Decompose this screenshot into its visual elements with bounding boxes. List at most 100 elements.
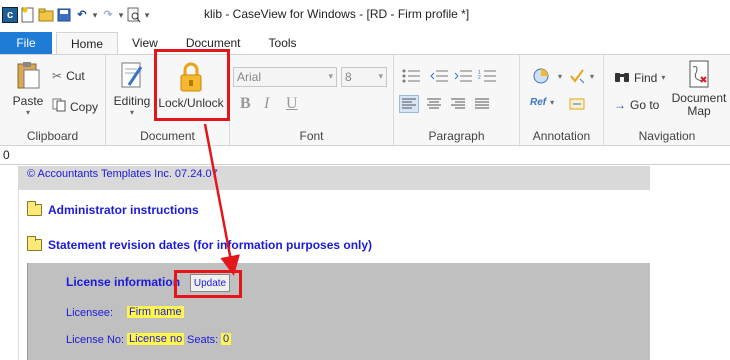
section-statement-revision-dates[interactable]: Statement revision dates (for informatio… bbox=[27, 236, 373, 252]
find-button[interactable]: Find ▾ bbox=[614, 69, 665, 86]
document-area: © Accountants Templates Inc. 07.24.07 Ad… bbox=[0, 166, 730, 360]
scissors-icon: ✂ bbox=[52, 69, 63, 83]
font-name-dropdown-icon: ▾ bbox=[328, 71, 333, 81]
quick-access-toolbar: c ↶ ▾ ↷ ▾ ▾ bbox=[0, 7, 150, 23]
undo-icon[interactable]: ↶ bbox=[74, 7, 90, 23]
font-size-dropdown-icon: ▾ bbox=[378, 71, 383, 81]
ref-dropdown-icon: ▾ bbox=[550, 98, 555, 107]
section-label: Administrator instructions bbox=[48, 203, 199, 217]
binoculars-icon bbox=[614, 69, 630, 86]
increase-indent-icon[interactable] bbox=[454, 69, 474, 83]
svg-text:2: 2 bbox=[478, 75, 481, 81]
find-label: Find bbox=[634, 70, 658, 85]
save-icon[interactable] bbox=[56, 7, 72, 23]
annotate-icon[interactable]: ▾ bbox=[532, 67, 562, 85]
ref-label: Ref bbox=[530, 97, 547, 108]
document-map-button[interactable]: Document Map bbox=[670, 59, 728, 118]
font-size-select[interactable]: 8 ▾ bbox=[341, 67, 387, 87]
numbering-icon[interactable]: 12 bbox=[478, 69, 498, 83]
paragraph-group: 12 Paragraph bbox=[394, 55, 520, 147]
align-center-icon[interactable] bbox=[426, 97, 442, 111]
section-label: Statement revision dates (for informatio… bbox=[48, 238, 373, 252]
editing-icon bbox=[119, 62, 145, 94]
tickmark-dropdown-icon: ▾ bbox=[590, 71, 595, 81]
decrease-indent-icon[interactable] bbox=[430, 69, 450, 83]
lock-unlock-highlight-box bbox=[154, 49, 230, 121]
font-group-label: Font bbox=[299, 129, 324, 143]
license-no-label: License No: bbox=[66, 334, 125, 346]
new-file-icon[interactable] bbox=[20, 7, 36, 23]
app-logo-icon[interactable]: c bbox=[2, 7, 18, 23]
bold-label: B bbox=[240, 95, 251, 112]
editing-dropdown-icon[interactable]: ▾ bbox=[112, 108, 152, 117]
align-right-icon[interactable] bbox=[450, 97, 466, 111]
font-name-value: Arial bbox=[237, 70, 262, 84]
paste-button[interactable]: Paste ▾ bbox=[8, 61, 48, 117]
navigation-group-label: Navigation bbox=[638, 129, 696, 143]
justify-icon[interactable] bbox=[474, 97, 490, 111]
folder-icon bbox=[27, 201, 42, 216]
document-map-label: Document Map bbox=[671, 91, 727, 118]
tab-file[interactable]: File bbox=[0, 32, 52, 54]
ribbon-tabs: File Home View Document Tools bbox=[0, 32, 730, 54]
license-panel: License information Update Licensee: Fir… bbox=[27, 263, 650, 360]
folder-icon bbox=[27, 236, 42, 251]
ref-button[interactable]: Ref ▾ bbox=[530, 97, 554, 108]
align-left-icon[interactable] bbox=[399, 95, 419, 113]
font-name-select[interactable]: Arial ▾ bbox=[233, 67, 337, 87]
cell-address-field[interactable]: 0 bbox=[0, 147, 730, 165]
font-group: Arial ▾ 8 ▾ B I U Font bbox=[230, 55, 394, 147]
ribbon: Paste ▾ ✂ Cut Copy Clipboard Editing ▾ L… bbox=[0, 54, 730, 147]
numbering-annotation-icon[interactable] bbox=[568, 95, 586, 113]
editing-label: Editing bbox=[113, 94, 151, 108]
paste-icon bbox=[15, 61, 41, 94]
window-title: klib - CaseView for Windows - [RD - Firm… bbox=[204, 7, 470, 21]
copy-icon bbox=[52, 98, 66, 115]
undo-dropdown-icon[interactable]: ▾ bbox=[92, 10, 98, 21]
tab-home[interactable]: Home bbox=[56, 32, 119, 54]
clipboard-group-label: Clipboard bbox=[26, 129, 79, 143]
navigation-group: Find ▾ → Go to Document Map Navigation bbox=[604, 55, 730, 147]
clipboard-group: Paste ▾ ✂ Cut Copy Clipboard bbox=[0, 55, 106, 147]
paste-dropdown-icon[interactable]: ▾ bbox=[8, 108, 48, 117]
paragraph-group-label: Paragraph bbox=[428, 129, 485, 143]
seats-field[interactable]: 0 bbox=[221, 333, 232, 345]
copyright-text: © Accountants Templates Inc. 07.24.07 bbox=[27, 168, 218, 180]
italic-label: I bbox=[264, 95, 270, 112]
bold-button[interactable]: B bbox=[240, 95, 251, 113]
tab-tools[interactable]: Tools bbox=[255, 32, 311, 54]
goto-label: Go to bbox=[630, 98, 660, 112]
license-title: License information bbox=[66, 275, 181, 289]
cut-label: Cut bbox=[66, 69, 85, 83]
font-size-value: 8 bbox=[345, 70, 352, 84]
copy-button[interactable]: Copy bbox=[52, 98, 98, 115]
seats-label: Seats: bbox=[187, 334, 219, 346]
print-preview-icon[interactable] bbox=[126, 7, 142, 23]
title-bar: c ↶ ▾ ↷ ▾ ▾ klib - CaseView for Windows … bbox=[0, 0, 730, 30]
editing-button[interactable]: Editing ▾ bbox=[112, 61, 152, 117]
document-margin-line bbox=[18, 166, 19, 360]
goto-button[interactable]: → Go to bbox=[614, 98, 659, 112]
open-folder-icon[interactable] bbox=[38, 7, 54, 23]
section-administrator-instructions[interactable]: Administrator instructions bbox=[27, 201, 199, 217]
italic-button[interactable]: I bbox=[264, 95, 269, 113]
licensee-field[interactable]: Firm name bbox=[127, 306, 184, 318]
customize-toolbar-icon[interactable]: ▾ bbox=[144, 10, 150, 21]
redo-icon[interactable]: ↷ bbox=[100, 7, 116, 23]
document-group-label: Document bbox=[140, 129, 195, 143]
cut-button[interactable]: ✂ Cut bbox=[52, 69, 85, 83]
underline-button[interactable]: U bbox=[286, 95, 298, 113]
annotation-group: ▾ ▾ Ref ▾ Annotation bbox=[520, 55, 604, 147]
find-dropdown-icon: ▾ bbox=[661, 73, 666, 82]
update-highlight-box bbox=[174, 270, 242, 298]
goto-arrow-icon: → bbox=[614, 98, 626, 112]
bullets-icon[interactable] bbox=[402, 69, 422, 83]
redo-dropdown-icon[interactable]: ▾ bbox=[118, 10, 124, 21]
tickmark-icon[interactable]: ▾ bbox=[568, 67, 594, 85]
annotate-dropdown-icon: ▾ bbox=[558, 71, 563, 81]
licensee-label: Licensee: bbox=[66, 307, 114, 319]
paste-label: Paste bbox=[12, 94, 44, 108]
license-no-field[interactable]: License no bbox=[127, 333, 185, 345]
document-map-icon bbox=[687, 60, 711, 92]
annotation-group-label: Annotation bbox=[532, 129, 591, 143]
